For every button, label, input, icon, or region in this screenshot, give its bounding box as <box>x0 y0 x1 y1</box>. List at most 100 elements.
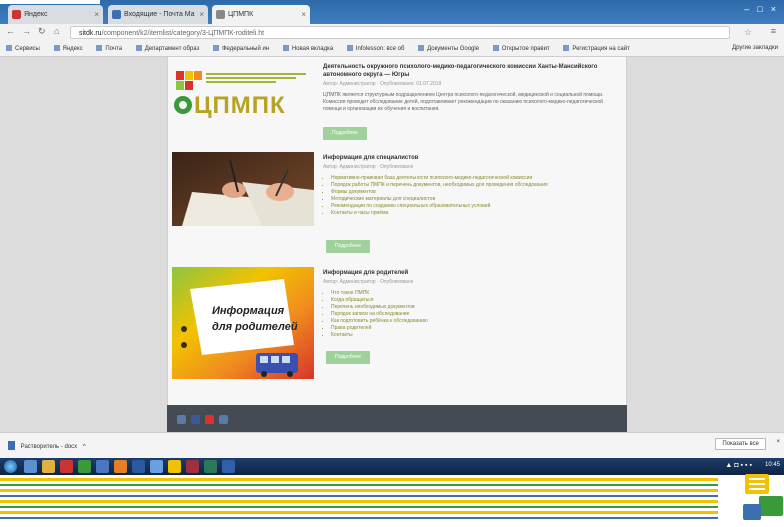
bookmark-item[interactable]: Федеральный ин <box>212 45 269 52</box>
list-item[interactable]: Методические материалы для специалистов <box>331 196 621 203</box>
menu-icon[interactable]: ≡ <box>771 26 776 36</box>
list-item[interactable]: Перечень необходимых документов <box>331 304 621 311</box>
taskbar-app-icon[interactable] <box>114 460 127 473</box>
article-title[interactable]: Информация для родителей <box>323 269 621 277</box>
read-more-button[interactable]: Подробнее <box>326 351 370 364</box>
close-tab-icon[interactable]: × <box>94 5 99 24</box>
bookmark-item[interactable]: Регистрация на сайт <box>563 45 630 52</box>
taskbar-app-icon[interactable] <box>96 460 109 473</box>
system-tray-icons[interactable]: ▲◘▪▪▪ <box>725 462 754 469</box>
bookmarks-bar: Сервисы Яндекс Почта Департамент образ Ф… <box>0 42 784 57</box>
taskbar-clock: 10:45 <box>764 462 780 468</box>
bookmark-icon <box>492 45 499 51</box>
chrome-icon[interactable] <box>168 460 181 473</box>
other-bookmarks[interactable]: Другие закладки <box>732 45 778 51</box>
tab-strip-edge <box>0 0 100 4</box>
article-title[interactable]: Деятельность окружного психолого-медико-… <box>323 63 621 79</box>
odnoklassniki-icon[interactable] <box>219 415 228 424</box>
forward-arrow-icon[interactable]: → <box>22 26 31 36</box>
bookmark-icon <box>212 45 219 51</box>
bookmark-item[interactable]: Яндекс <box>53 45 83 52</box>
article-bullet-list: Нормативно-правовая база деятельности пс… <box>323 175 621 217</box>
specialists-photo <box>172 152 314 226</box>
list-item[interactable]: Рекомендации по созданию специальных обр… <box>331 203 621 210</box>
tab-yandex[interactable]: Яндекс × <box>8 5 103 24</box>
tab-mail[interactable]: Входящие - Почта Ma × <box>108 5 208 24</box>
bookmark-item[interactable]: Открытое правит <box>492 45 550 52</box>
list-item[interactable]: Контакты <box>331 332 621 339</box>
article-text: Информация для родителей Автор: Админист… <box>323 269 621 339</box>
desktop-screenshot: Яндекс × Входящие - Почта Ma × ЦПМПК × –… <box>0 0 784 475</box>
start-button-icon[interactable] <box>4 460 17 473</box>
article-text: Деятельность окружного психолого-медико-… <box>323 63 621 113</box>
list-item[interactable]: Порядок записи на обследование <box>331 311 621 318</box>
bookmark-item[interactable]: Документы Google <box>418 45 479 52</box>
list-item[interactable]: Контакты и часы приёма <box>331 210 621 217</box>
book-logo-graphic <box>743 474 783 520</box>
close-tab-icon[interactable]: × <box>301 5 306 24</box>
browser-tab-strip: Яндекс × Входящие - Почта Ma × ЦПМПК × –… <box>0 0 784 24</box>
window-controls[interactable]: –□× <box>724 4 784 20</box>
bookmark-item[interactable]: Департамент образ <box>135 45 199 52</box>
youtube-icon[interactable] <box>205 415 214 424</box>
back-arrow-icon[interactable]: ← <box>6 26 15 36</box>
apps-icon <box>6 45 12 51</box>
bookmark-star-icon[interactable]: ☆ <box>744 27 752 38</box>
page-favicon-icon <box>216 10 225 19</box>
facebook-icon[interactable] <box>191 415 200 424</box>
bookmark-icon <box>418 45 425 51</box>
close-downloads-icon[interactable]: × <box>776 439 780 445</box>
list-item[interactable]: Как подготовить ребёнка к обследованию <box>331 318 621 325</box>
site-footer <box>167 405 627 432</box>
document-icon <box>8 441 15 450</box>
writing-hands-image <box>172 152 314 226</box>
windows-taskbar: ▲◘▪▪▪ 10:45 <box>0 458 784 475</box>
download-item[interactable]: Растворитель - docx ^ <box>8 441 86 450</box>
tab-cpmpk[interactable]: ЦПМПК × <box>212 5 310 24</box>
list-item[interactable]: Порядок работы ПМПК и перечень документо… <box>331 182 621 189</box>
taskbar-app-icon[interactable] <box>204 460 217 473</box>
taskbar-app-icon[interactable] <box>222 460 235 473</box>
close-tab-icon[interactable]: × <box>199 5 204 24</box>
url-input[interactable]: sitdk.ru/component/k2/itemlist/category/… <box>70 26 730 39</box>
read-more-button[interactable]: Подробнее <box>326 240 370 253</box>
bookmark-item[interactable]: Почта <box>96 45 122 52</box>
taskbar-app-icon[interactable] <box>78 460 91 473</box>
bookmark-icon <box>96 45 103 51</box>
list-item[interactable]: Когда обращаться <box>331 297 621 304</box>
read-more-button[interactable]: Подробнее <box>323 127 367 140</box>
list-item[interactable]: Нормативно-правовая база деятельности пс… <box>331 175 621 182</box>
taskbar-app-icon[interactable] <box>24 460 37 473</box>
corner-book-logo <box>739 470 784 522</box>
folder-icon[interactable] <box>42 460 55 473</box>
home-icon[interactable]: ⌂ <box>54 26 59 36</box>
reload-icon[interactable]: ↻ <box>38 26 46 37</box>
list-item[interactable]: Формы документов <box>331 189 621 196</box>
page-content: ЦПМПК Деятельность окружного психолого-м… <box>167 57 627 405</box>
taskbar-app-icon[interactable] <box>150 460 163 473</box>
address-toolbar: ← → ↻ ⌂ sitdk.ru/component/k2/itemlist/c… <box>0 24 784 43</box>
taskbar-app-icon[interactable] <box>186 460 199 473</box>
bookmark-item[interactable]: Новая вкладка <box>282 45 333 52</box>
cpmpk-logo-wordmark: ЦПМПК <box>194 92 286 119</box>
show-all-downloads-button[interactable]: Показать все <box>715 438 766 450</box>
web-page: ЦПМПК Деятельность окружного психолого-м… <box>0 57 784 432</box>
bookmark-item[interactable]: Infolesson: все об <box>346 45 404 52</box>
bookmark-icon <box>346 45 353 51</box>
yandex-favicon-icon <box>12 10 21 19</box>
taskbar-app-icon[interactable] <box>60 460 73 473</box>
vk-icon[interactable] <box>177 415 186 424</box>
bookmark-icon <box>53 45 60 51</box>
bookmark-icon <box>282 45 289 51</box>
article-body: ЦПМПК является структурным подразделение… <box>323 92 604 112</box>
taskbar-app-icon[interactable] <box>132 460 145 473</box>
list-item[interactable]: Права родителей <box>331 325 621 332</box>
downloads-bar: Растворитель - docx ^ Показать все × <box>0 432 784 459</box>
article-title[interactable]: Информация для специалистов <box>323 154 621 162</box>
article-cpmpk: ЦПМПК Деятельность окружного психолого-м… <box>168 63 626 149</box>
mail-favicon-icon <box>112 10 121 19</box>
article-parents: Информация для родителей Информация для … <box>168 265 626 385</box>
bookmark-item[interactable]: Сервисы <box>6 45 40 52</box>
parents-image-caption-2: для родителей <box>212 321 298 333</box>
list-item[interactable]: Что такое ПМПК <box>331 290 621 297</box>
